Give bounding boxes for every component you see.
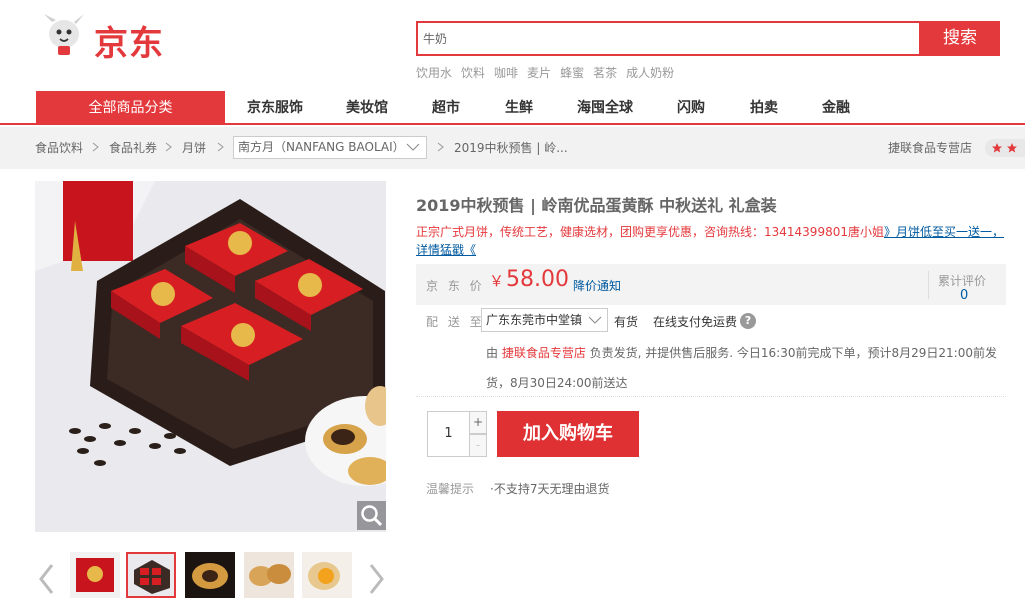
breadcrumb-item[interactable]: 月饼 [182,139,206,156]
mooncake-gift-box-image [35,181,386,532]
all-categories-button[interactable]: 全部商品分类 [36,91,225,125]
hotword[interactable]: 饮料 [461,66,485,80]
search-button[interactable]: 搜索 [920,21,1000,56]
hotword[interactable]: 麦片 [527,66,551,80]
nav-item-supermarket[interactable]: 超市 [432,91,460,125]
promo-text: 正宗广式月饼，传统工艺，健康选材，团购更享优惠，咨询热线：13414399801… [416,223,1010,259]
jd-dog-logo-icon [44,14,84,55]
promo-description: 正宗广式月饼，传统工艺，健康选材，团购更享优惠，咨询热线：13414399801… [416,225,884,239]
thumbnail[interactable] [185,552,235,598]
thumbnail-image [244,552,294,598]
review-label: 累计评价 [938,274,987,288]
store-rating [985,139,1025,157]
chevron-right-icon [165,142,172,152]
thumbnail-selected[interactable] [126,552,176,598]
question-mark-icon[interactable]: ? [740,313,756,329]
service-shop-link[interactable]: 捷联食品专营店 [502,346,586,360]
currency-symbol: ￥ [489,272,505,290]
price: ￥58.00 [489,267,569,292]
breadcrumb-item[interactable]: 食品饮料 [35,139,83,156]
zoom-button[interactable] [357,501,386,530]
quantity-input[interactable]: 1 [427,411,470,457]
thumbnail-image [185,552,235,598]
stock-status: 有货 [614,315,639,329]
address-select[interactable]: 广东东莞市中堂镇 [481,308,608,332]
quantity-decrease-button[interactable]: - [469,434,487,457]
hotwords: 饮用水 饮料 咖啡 麦片 蜂蜜 茗茶 成人奶粉 [416,64,683,81]
logo-text: 京东 [94,24,164,64]
nav-item-auction[interactable]: 拍卖 [750,91,778,125]
divider [416,396,1006,397]
hotword[interactable]: 咖啡 [494,66,518,80]
jd-logo[interactable]: 京东 [36,12,176,64]
thumbnail[interactable] [244,552,294,598]
ship-label: 配 送 至 [426,315,485,329]
service-info: 由 捷联食品专营店 负责发货, 并提供售后服务. 今日16:30前完成下单，预计… [486,338,1011,398]
chevron-right-icon [437,142,444,152]
star-icon [1007,143,1017,153]
tips-label: 温馨提示 [426,482,475,496]
search-box [416,21,921,56]
thumbnail[interactable] [302,552,352,598]
thumbnail[interactable] [70,552,120,598]
brand-select[interactable]: 南方月（NANFANG BAOLAI） [233,136,427,159]
store-link[interactable]: 捷联食品专营店 [888,139,972,156]
service-prefix: 由 [486,346,502,360]
nav-item-finance[interactable]: 金融 [822,91,850,125]
thumbnail-image [70,552,120,598]
nav-item-beauty[interactable]: 美妆馆 [346,91,388,125]
chevron-right-icon [92,142,99,152]
breadcrumb-item[interactable]: 食品礼券 [109,139,157,156]
price-label: 京 东 价 [426,279,485,293]
star-icon [992,143,1002,153]
address-value: 广东东莞市中堂镇 [486,313,583,327]
hotword[interactable]: 饮用水 [416,66,452,80]
breadcrumb-current: 2019中秋预售 | 岭... [454,141,568,155]
arrow-left-icon[interactable] [37,562,57,596]
price-value: 58.00 [506,267,569,292]
review-count[interactable]: 0 [960,288,968,303]
zoom-icon [361,505,383,527]
search-input[interactable] [418,23,919,54]
thumbnail-image [128,554,174,596]
add-to-cart-button[interactable]: 加入购物车 [497,411,639,457]
product-title: 2019中秋预售 | 岭南优品蛋黄酥 中秋送礼 礼盒装 [416,196,777,215]
nav-item-fashion[interactable]: 京东服饰 [247,91,303,125]
hotword[interactable]: 蜂蜜 [560,66,584,80]
quantity-increase-button[interactable]: + [469,411,487,434]
tips-text: ·不支持7天无理由退货 [490,482,610,496]
free-shipping: 在线支付免运费 [653,315,738,329]
brand-select-value: 南方月（NANFANG BAOLAI） [238,140,405,154]
nav-item-global[interactable]: 海囤全球 [577,91,633,125]
product-main-image[interactable] [35,181,386,532]
chevron-down-icon [588,316,602,324]
chevron-down-icon [406,143,420,151]
chevron-right-icon [217,142,224,152]
price-notice-link[interactable]: 降价通知 [573,277,621,294]
arrow-right-icon[interactable] [366,562,386,596]
hotword[interactable]: 茗茶 [593,66,617,80]
thumbnail-image [302,552,352,598]
nav-item-fresh[interactable]: 生鲜 [505,91,533,125]
divider [928,271,929,299]
hotword[interactable]: 成人奶粉 [626,66,674,80]
nav-item-flash[interactable]: 闪购 [677,91,705,125]
